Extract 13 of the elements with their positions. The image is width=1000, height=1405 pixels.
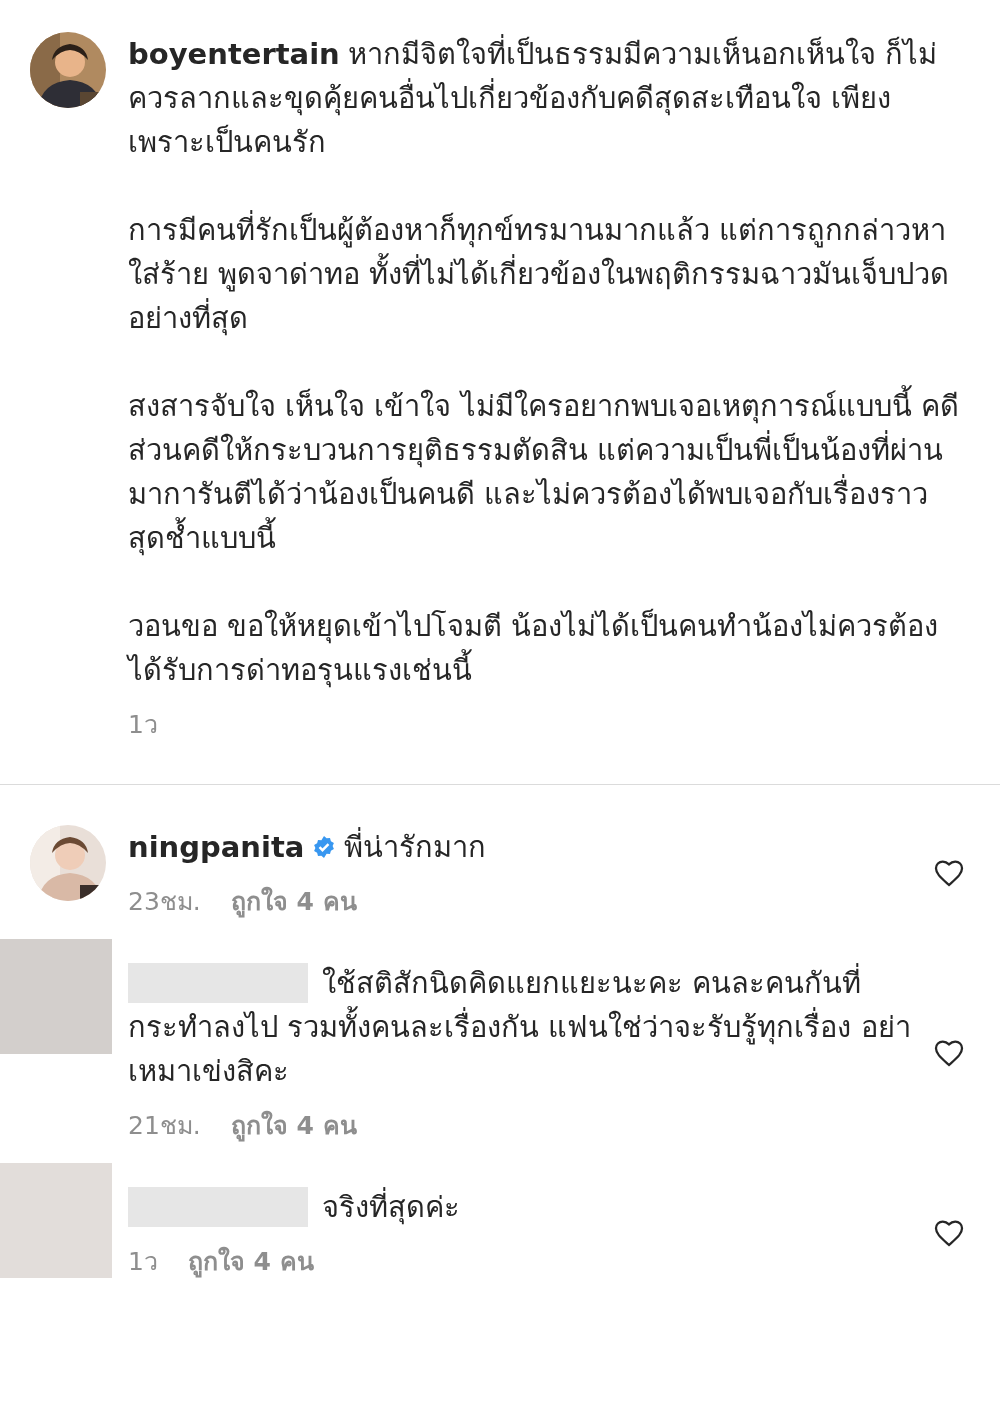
timestamp: 21ชม. (128, 1110, 201, 1142)
likes-link[interactable]: ถูกใจ 4 คน (230, 881, 357, 921)
timestamp: 1ว (128, 1246, 158, 1278)
username-link[interactable]: boyentertain (128, 37, 340, 71)
comment-text: boyentertain หากมีจิตใจที่เป็นธรรมมีความเห็นอกเห็นใจ ก็ไม่ควรลากและขุดคุ้ยคนอื่นไปเกี่ยวข้องกับคดีสุดสะเทือนใจ เพียงเพราะเป็นคนรัก การมีคนที่รักเป็นผู้ต้องหาก็ทุกข์ทรมานมากแล้ว แต่การถูกกล่าวหาใส่ร้าย พูดจาด่าทอ ทั้งที่ไม่ได้เกี่ยวข้องในพฤติกรรมฉาวมันเจ็บปวดอย่างที่สุด สงสารจับใจ เห็นใจ เข้าใจ ไม่มีใครอยากพบเจอเหตุการณ์แบบนี้ คดีส่วนคดีให้กระบวนการยุติธรรมตัดสิน แต่ความเป็นพี่เป็นน้องที่ผ่านมาการันตีได้ว่าน้องเป็นคนดี และไม่ควรต้องได้พบเจอกับเรื่องราวสุดช้ำแบบนี้ วอนขอ ขอให้หยุดเข้าไปโจมตี น้องไม่ได้เป็นคนทำน้องไม่ควรต้องได้รับการด่าทอรุนแรงเช่นนี้ (128, 32, 960, 692)
username-link[interactable]: ningpanita (128, 830, 305, 864)
comment-text: ใช้สติสักนิดคิดแยกแยะนะคะ คนละคนกันที่กระทำลงไป รวมทั้งคนละเรื่องกัน แฟนใช่ว่าจะรับรู้ทุกเรื่อง อย่าเหมาเข่งสิคะ (128, 961, 932, 1093)
comment-text: จริงที่สุดค่ะ (128, 1185, 932, 1229)
timestamp: 1ว (128, 709, 158, 741)
likes-link[interactable]: ถูกใจ 4 คน (230, 1105, 357, 1145)
comment-text: ningpanita พี่น่ารักมาก (128, 825, 932, 869)
likes-link[interactable]: ถูกใจ 4 คน (187, 1241, 314, 1281)
timestamp: 23ชม. (128, 886, 201, 918)
